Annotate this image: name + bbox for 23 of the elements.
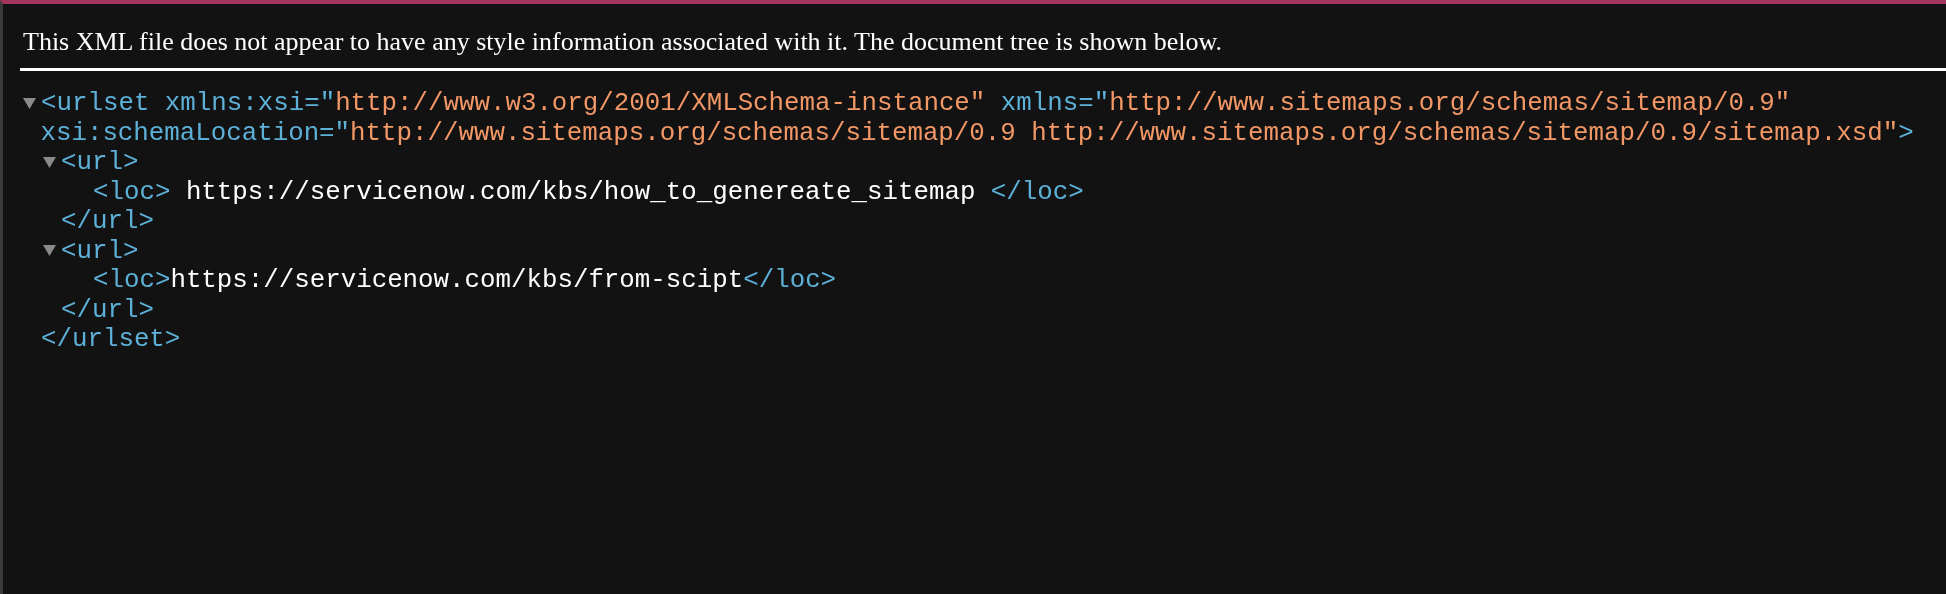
attribute-value: http://www.sitemaps.org/schemas/sitemap/0.9 http://www.sitemaps.org/schemas/sitemap/0.9/sitemap.xsd"	[350, 118, 1899, 148]
xml-tag: >	[1898, 118, 1914, 148]
expand-triangle-icon[interactable]	[43, 156, 56, 168]
attribute-name: xmlns="	[1000, 89, 1110, 118]
notice-text: This XML file does not appear to have any style information associated with it. The document tree is shown below.	[20, 4, 1946, 71]
xml-tag: </loc>	[743, 266, 837, 295]
xml-tag: </url>	[61, 295, 154, 325]
xml-tag: <loc>	[93, 177, 171, 207]
xml-tag: <loc>	[93, 266, 171, 295]
attribute-value: http://www.sitemaps.org/schemas/sitemap/0.9"	[1109, 89, 1791, 118]
expand-triangle-icon[interactable]	[23, 97, 36, 109]
xml-tag: <url>	[61, 148, 139, 177]
attribute-name: xmlns:xsi="	[164, 89, 336, 118]
xml-tag: </url>	[61, 207, 154, 236]
attribute-name: xsi:schemaLocation="	[40, 118, 351, 148]
xml-tag: <urlset	[41, 89, 150, 118]
text-content: https://servicenow.com/kbs/how_to_genereate_sitemap	[185, 177, 976, 207]
xml-tag: </urlset>	[41, 325, 181, 354]
text-content: https://servicenow.com/kbs/from-scipt	[170, 266, 744, 295]
expand-triangle-icon[interactable]	[43, 245, 56, 257]
attribute-value: http://www.w3.org/2001/XMLSchema-instance"	[335, 89, 986, 118]
xml-tag: </loc>	[990, 177, 1084, 207]
xml-tag: <url>	[61, 236, 139, 266]
